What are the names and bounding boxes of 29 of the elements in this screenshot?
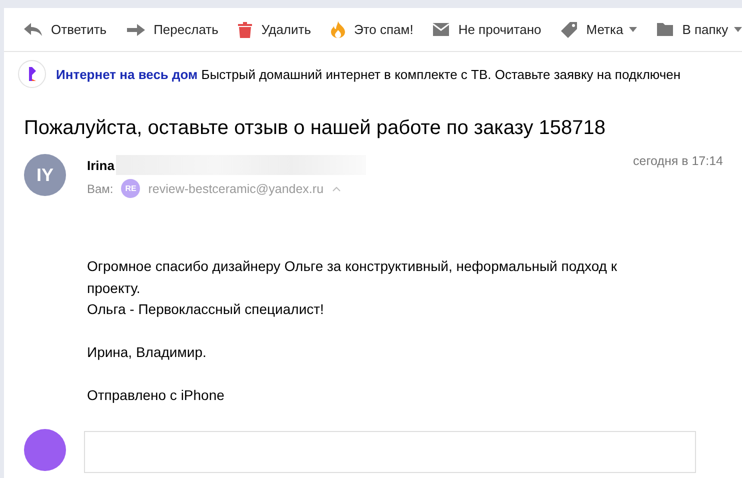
recipient-label: Вам: [87,182,114,196]
envelope-icon [433,23,450,36]
user-avatar [24,428,66,470]
spam-button[interactable]: Это спам! [331,21,414,38]
collapse-chevron-icon[interactable] [332,186,341,192]
logo-icon [18,60,46,88]
sender-name[interactable]: Irina [87,158,114,172]
forward-arrow-icon [126,24,145,36]
tag-icon [561,22,578,38]
body-text: Ирина, Владимир. [87,343,208,362]
delete-button[interactable]: Удалить [238,22,312,38]
forward-button[interactable]: Переслать [126,22,218,37]
sender-avatar: IY [24,154,66,196]
message-subject: Пожалуйста, оставьте отзыв о нашей работе по заказу 158718 [24,116,606,140]
ad-text[interactable]: Интернет на весь дом Быстрый домашний интернет в комплекте с ТВ. Оставьте заявку на подключен [56,66,681,82]
trash-icon [238,22,252,38]
label-button[interactable]: Метка [561,22,638,38]
body-text: Огромное спасибо дизайнеру Ольге за конструктивный, неформальный подход к проекту. [87,257,618,298]
message-time: сегодня в 17:14 [633,154,723,168]
folder-icon [657,23,674,36]
reply-arrow-icon [24,22,42,36]
body-text: Отправлено с iPhone [87,386,226,405]
fire-icon [331,21,346,38]
recipient-avatar: RE [121,179,140,198]
body-text: Ольга - Первоклассный специалист! [87,300,325,319]
unread-button[interactable]: Не прочитано [433,22,542,37]
reply-button[interactable]: Ответить [24,22,107,37]
folder-button[interactable]: В папку [657,22,742,37]
reply-field[interactable] [84,430,696,472]
